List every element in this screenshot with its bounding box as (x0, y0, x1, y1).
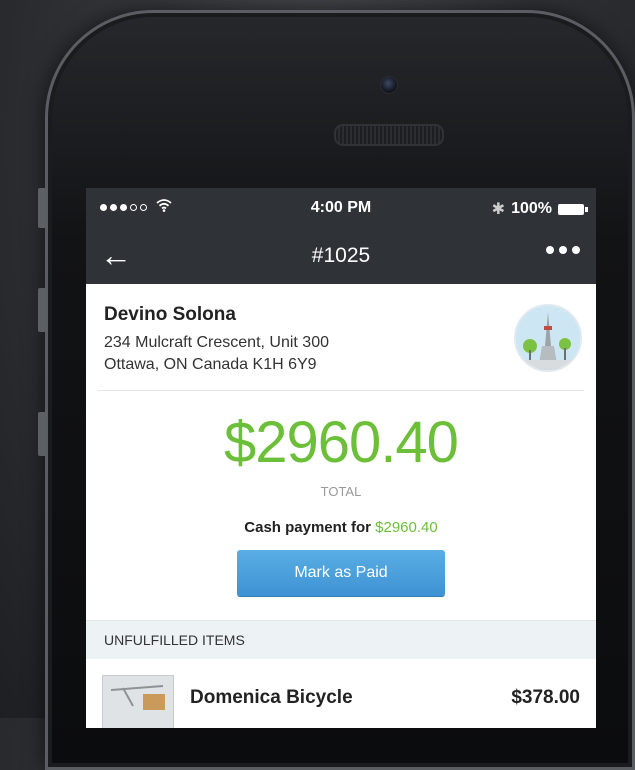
customer-section: Devino Solona 234 Mulcraft Crescent, Uni… (98, 284, 584, 391)
app-screen: 4:00 PM ✱ 100% ← #1025 Devino Solona 234… (86, 188, 596, 728)
item-thumbnail (102, 675, 174, 728)
earpiece-speaker (334, 124, 444, 146)
cash-payment-amount: $2960.40 (375, 519, 438, 536)
status-bar: 4:00 PM ✱ 100% (86, 188, 596, 228)
list-item[interactable]: Domenica Bicycle $378.00 (86, 659, 596, 728)
order-number-title: #1025 (311, 244, 371, 267)
bluetooth-icon: ✱ (491, 201, 506, 218)
unfulfilled-items-header: UNFULFILLED ITEMS (86, 620, 596, 659)
total-amount: $2960.40 (224, 410, 459, 475)
customer-avatar (514, 304, 582, 372)
item-name: Domenica Bicycle (190, 687, 353, 708)
volume-up-button (38, 288, 46, 332)
more-dot (546, 246, 554, 254)
nav-bar: ← #1025 (86, 228, 596, 284)
cash-payment-prefix: Cash payment for (244, 519, 371, 536)
item-price: $378.00 (511, 687, 580, 708)
mark-as-paid-button[interactable]: Mark as Paid (237, 550, 445, 596)
total-label: TOTAL (320, 484, 362, 499)
address-line-2: Ottawa, ON Canada K1H 6Y9 (104, 356, 317, 373)
customer-name: Devino Solona (104, 304, 236, 325)
front-camera (380, 76, 398, 94)
status-right: ✱ 100% (491, 199, 588, 219)
bicycle-image (103, 676, 173, 728)
more-dots-icon[interactable] (546, 246, 580, 254)
battery-percent: 100% (511, 200, 552, 217)
more-dot (572, 246, 580, 254)
mute-switch (38, 188, 46, 228)
volume-down-button (38, 412, 46, 456)
address-line-1: 234 Mulcraft Crescent, Unit 300 (104, 334, 329, 351)
cash-payment-text: Cash payment for $2960.40 (86, 519, 596, 536)
battery-icon (558, 203, 588, 215)
city-tower-icon (516, 306, 580, 370)
more-dot (559, 246, 567, 254)
